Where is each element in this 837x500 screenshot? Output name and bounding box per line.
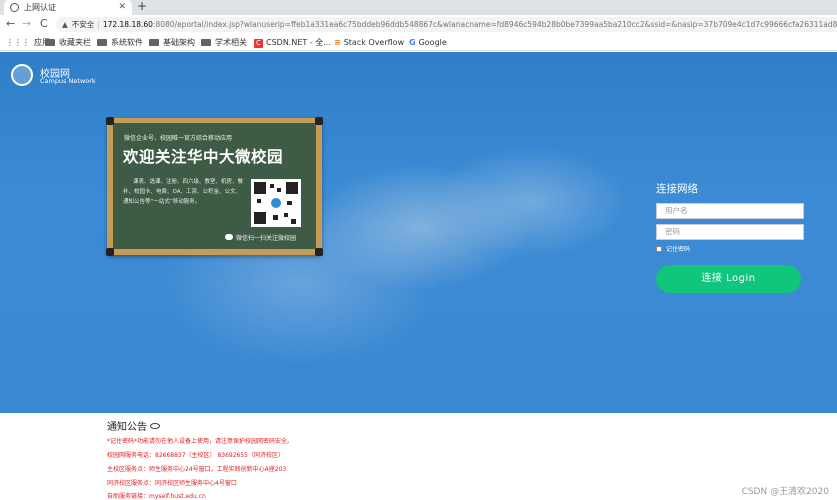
csdn-icon: C (254, 39, 263, 48)
folder-icon (201, 39, 211, 46)
url-path: :8080/eportal/index.jsp?wlanuserip=ffeb1… (152, 20, 837, 29)
stackoverflow-icon: ≡ (334, 38, 341, 47)
address-bar[interactable]: ▲ 不安全 | 172.18.18.60:8080/eportal/index.jsp… (56, 17, 837, 32)
remember-password[interactable]: 记住密码 (656, 244, 690, 253)
board-corner (315, 248, 323, 256)
username-input[interactable]: 用户名 (656, 203, 804, 219)
logo-subtitle: Campus Network (40, 77, 96, 85)
campus-logo-icon (11, 64, 33, 86)
tab-bar: 上网认证 ✕ + (0, 0, 837, 15)
remember-checkbox[interactable] (656, 246, 662, 252)
bookmark-folder-academic[interactable]: 学术相关 (201, 37, 247, 48)
bookmark-folder-infra[interactable]: 基础架构 (149, 37, 195, 48)
bookmark-label: CSDN.NET - 全... (266, 38, 331, 47)
campus-logo-icon (270, 197, 282, 209)
browser-tab[interactable]: 上网认证 ✕ (4, 0, 132, 15)
notice-line: 主校区服务点：师生服务中心24号窗口，工程实践创新中心A座203 (107, 466, 287, 473)
close-icon[interactable]: ✕ (118, 0, 126, 15)
bookmark-stackoverflow[interactable]: ≡ Stack Overflow (334, 37, 404, 48)
browser-toolbar: ← → C ▲ 不安全 | 172.18.18.60:8080/eportal/ind… (0, 15, 837, 34)
login-button[interactable]: 连接 Login (656, 265, 801, 293)
bookmark-apps[interactable]: ⋮⋮⋮ 应用 (6, 37, 50, 48)
reload-button[interactable]: C (40, 17, 48, 31)
self-service-link[interactable]: 自助服务链接：myself.hust.edu.cn (107, 491, 206, 500)
board-title: 欢迎关注华中大微校园 (123, 148, 284, 166)
bookmark-folder-system[interactable]: 系统软件 (97, 37, 143, 48)
bookmarks-bar: ⋮⋮⋮ 应用 收藏夹栏 系统软件 基础架构 学术相关 C CSDN.NET - 全.… (0, 34, 837, 51)
csdn-watermark: CSDN @王清欢2020 (741, 487, 829, 497)
back-button[interactable]: ← (6, 17, 15, 31)
globe-icon (10, 3, 19, 12)
notice-line: 同济校区服务点：同济校区师生服务中心4号窗口 (107, 480, 237, 487)
bookmark-label: 系统软件 (111, 38, 143, 47)
url-host: 172.18.18.60 (102, 20, 153, 29)
blackboard-surface: 微信企业号、校园唯一官方综合移动应用 欢迎关注华中大微校园 课表、选课、注册、四… (113, 123, 316, 249)
apps-grid-icon: ⋮⋮⋮ (6, 38, 30, 47)
speech-bubble-icon (150, 423, 160, 429)
bookmark-folder-favorites[interactable]: 收藏夹栏 (45, 37, 91, 48)
folder-icon (45, 39, 55, 46)
tab-title: 上网认证 (24, 3, 56, 12)
folder-icon (97, 39, 107, 46)
bookmark-google[interactable]: G Google (409, 37, 447, 48)
bookmark-label: 学术相关 (215, 38, 247, 47)
bookmark-csdn[interactable]: C CSDN.NET - 全... (254, 37, 331, 48)
password-input[interactable]: 密码 (656, 224, 804, 240)
board-corner (106, 248, 114, 256)
folder-icon (149, 39, 159, 46)
wechat-scan-hint: 微信扫一扫关注微校园 (225, 233, 296, 242)
notice-line: 校园网服务电话：82668837（主校区） 83692655（同济校区） (107, 452, 284, 459)
wechat-hint-text: 微信扫一扫关注微校园 (236, 235, 297, 242)
login-title: 连接网络 (656, 183, 698, 195)
bookmark-label: 基础架构 (163, 38, 195, 47)
notice-title: 通知公告 (107, 418, 160, 433)
board-corner (315, 117, 323, 125)
security-label: 不安全 (71, 20, 95, 29)
notice-line: *记住密码*功能请勿在他人设备上使用，请注意保护校园网密码安全。 (107, 438, 294, 445)
forward-button[interactable]: → (22, 17, 31, 31)
board-corner (106, 117, 114, 125)
warning-icon: ▲ (62, 20, 68, 29)
notice-title-text: 通知公告 (107, 422, 147, 433)
board-subtitle: 微信企业号、校园唯一官方综合移动应用 (124, 135, 233, 142)
wechat-icon (225, 234, 233, 240)
new-tab-button[interactable]: + (137, 0, 147, 13)
board-description: 课表、选课、注册、四六级、教室、机房、餐补、校园卡、电费、OA、工资、公积金、公… (123, 179, 244, 205)
bookmark-label: Stack Overflow (343, 38, 405, 47)
portal-hero: 校园网 Campus Network 微信企业号、校园唯一官方综合移动应用 欢迎… (0, 52, 837, 413)
bookmark-label: Google (418, 38, 447, 47)
bookmark-label: 收藏夹栏 (59, 38, 91, 47)
google-icon: G (409, 38, 416, 47)
promo-blackboard: 微信企业号、校园唯一官方综合移动应用 欢迎关注华中大微校园 课表、选课、注册、四… (106, 117, 323, 256)
remember-label: 记住密码 (666, 246, 691, 253)
qr-code-icon (251, 179, 301, 227)
